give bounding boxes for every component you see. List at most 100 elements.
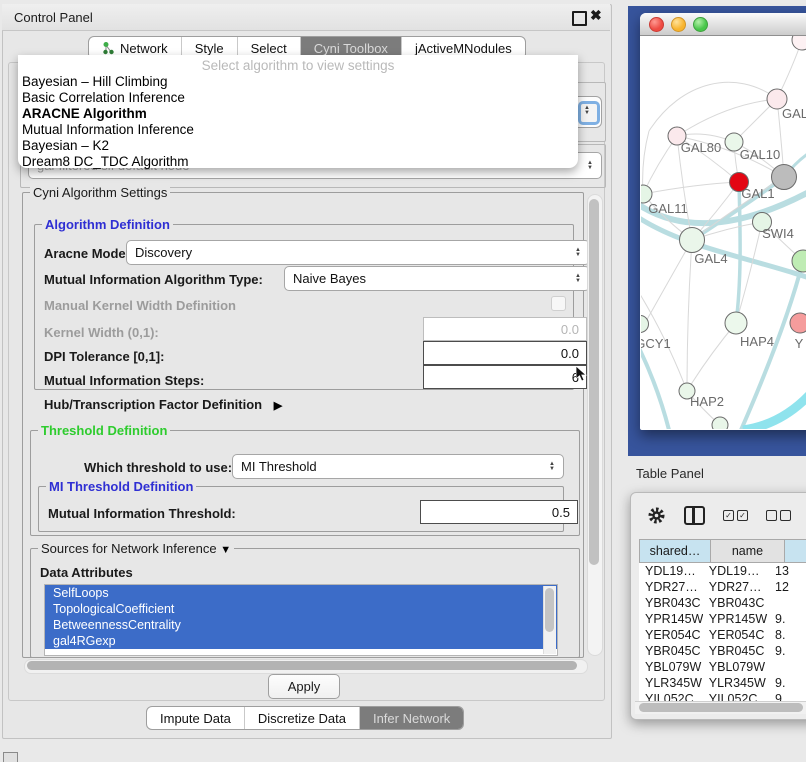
network-canvas[interactable]: GALGAL80GAL10GAL1GAL11SWI4GAL4GCY1HAP4YH… (641, 36, 806, 429)
mi-algorithm-type-value: Naive Bayes (293, 271, 366, 286)
aracne-mode-value: Discovery (135, 245, 192, 260)
aracne-mode-combobox[interactable]: Discovery ▲▼ (126, 240, 590, 265)
dpi-tolerance-field[interactable]: 0.0 (423, 341, 587, 365)
tab-impute-data[interactable]: Impute Data (147, 707, 245, 729)
kernel-width-label: Kernel Width (0,1): (44, 325, 159, 340)
table-row[interactable]: YDL19…YDL19…13 (639, 563, 806, 579)
select-all-icon[interactable]: ✓✓ (723, 510, 748, 521)
table-cell: 9. (769, 643, 806, 659)
algorithm-option[interactable]: Bayesian – Hill Climbing (18, 74, 578, 90)
data-attribute-item[interactable]: SelfLoops (45, 585, 557, 601)
mi-algorithm-type-combobox[interactable]: Naive Bayes ▲▼ (284, 266, 590, 291)
table-cell: YPR145W (639, 611, 703, 627)
table-panel-window: ✓✓ shared…name YDL19…YDL19…13YDR27…YDR27… (630, 492, 806, 720)
network-edge[interactable] (649, 82, 777, 131)
algorithm-dropdown-prompt: Select algorithm to view settings (18, 57, 578, 74)
network-node-label: GAL80 (681, 140, 721, 155)
table-cell: 9. (769, 691, 806, 701)
network-node-label: GAL10 (740, 147, 780, 162)
close-traffic-light-icon[interactable] (649, 17, 664, 32)
network-node-GAL4[interactable] (680, 228, 705, 253)
scrollbar-thumb[interactable] (639, 703, 803, 712)
data-attributes-list[interactable]: SelfLoopsTopologicalCoefficientBetweenne… (44, 584, 558, 656)
algorithm-option[interactable]: Mutual Information Inference (18, 122, 578, 138)
minimize-traffic-light-icon[interactable] (671, 17, 686, 32)
network-node-label: GCY1 (641, 336, 671, 351)
sources-expander[interactable]: Sources for Network Inference ▼ (38, 541, 234, 556)
table-cell (769, 595, 806, 611)
application-root: Control Panel ✖ NetworkStyleSelectCyni T… (0, 0, 806, 762)
table-horizontal-scrollbar[interactable] (635, 701, 806, 714)
columns-icon[interactable] (684, 506, 705, 525)
table-row[interactable]: YDR27…YDR27…12 (639, 579, 806, 595)
network-view-window[interactable]: GALGAL80GAL10GAL1GAL11SWI4GAL4GCY1HAP4YH… (640, 13, 806, 430)
spinner-arrows-icon: ▲▼ (584, 106, 597, 116)
network-node-salmon-node[interactable] (790, 313, 806, 333)
which-threshold-combobox[interactable]: MI Threshold ▲▼ (232, 454, 564, 479)
table-cell: YER054C (703, 627, 769, 643)
table-row[interactable]: YLR345WYLR345W9. (639, 675, 806, 691)
algorithm-combobox-arrows[interactable]: ▲▼ (578, 101, 600, 125)
algorithm-option[interactable]: ARACNE Algorithm (18, 106, 578, 122)
gear-icon[interactable] (647, 506, 666, 525)
data-attribute-item[interactable]: TopologicalCoefficient (45, 601, 557, 617)
column-header[interactable] (785, 539, 806, 563)
cyni-algorithm-settings-label: Cyni Algorithm Settings (30, 185, 170, 200)
float-window-icon[interactable] (572, 11, 587, 26)
network-node-label: Y (795, 336, 804, 351)
table-panel-title: Table Panel (636, 466, 704, 481)
scrollbar-thumb[interactable] (27, 661, 577, 670)
table-cell: YDR27… (703, 579, 769, 595)
list-vertical-scrollbar[interactable] (543, 586, 556, 654)
manual-kernel-width-checkbox[interactable] (551, 296, 566, 311)
table-row[interactable]: YPR145WYPR145W9. (639, 611, 806, 627)
tab-infer-network[interactable]: Infer Network (360, 707, 463, 729)
mi-threshold-field[interactable]: 0.5 (420, 500, 578, 524)
hub-definition-expander[interactable]: Hub/Transcription Factor Definition ▶ (44, 397, 282, 412)
algorithm-option[interactable]: Bayesian – K2 (18, 138, 578, 154)
network-edge[interactable] (687, 323, 736, 391)
zoom-traffic-light-icon[interactable] (693, 17, 708, 32)
network-edge[interactable] (643, 136, 677, 194)
scrollbar-thumb[interactable] (545, 588, 554, 632)
column-header[interactable]: name (711, 539, 785, 563)
cyni-bottom-tab-bar: Impute DataDiscretize DataInfer Network (146, 706, 464, 730)
dock-mini-button[interactable] (3, 752, 18, 762)
table-row[interactable]: YER054CYER054C8. (639, 627, 806, 643)
spinner-arrows-icon: ▲▼ (575, 274, 581, 284)
table-row[interactable]: YBR045CYBR045C9. (639, 643, 806, 659)
table-cell: 12 (769, 579, 806, 595)
table-cell (769, 659, 806, 675)
settings-vertical-scrollbar[interactable] (587, 194, 603, 656)
scrollbar-thumb[interactable] (589, 199, 599, 565)
algorithm-option[interactable]: Dream8 DC_TDC Algorithm (18, 154, 578, 170)
table-row[interactable]: YBL079WYBL079W (639, 659, 806, 675)
algorithm-option[interactable]: Basic Correlation Inference (18, 90, 578, 106)
network-node-gray-node[interactable] (772, 165, 797, 190)
table-row[interactable]: YIL052CYIL052C9. (639, 691, 806, 701)
data-attribute-item[interactable]: gal4RGexp (45, 633, 557, 649)
spinner-arrows-icon: ▲▼ (549, 462, 555, 472)
kernel-width-value: 0.0 (561, 322, 579, 337)
tab-discretize-data[interactable]: Discretize Data (245, 707, 360, 729)
table-cell: YDL19… (703, 563, 769, 579)
network-edge[interactable] (677, 99, 777, 136)
data-attribute-item[interactable]: BetweennessCentrality (45, 617, 557, 633)
column-header[interactable]: shared… (639, 539, 711, 563)
network-edge[interactable] (736, 182, 740, 323)
apply-button[interactable]: Apply (268, 674, 340, 699)
network-node-top-partial[interactable] (792, 36, 806, 50)
network-node-bottom-small[interactable] (712, 417, 728, 429)
tab-label: Select (251, 41, 287, 56)
deselect-all-icon[interactable] (766, 510, 791, 521)
table-cell: 13 (769, 563, 806, 579)
close-icon[interactable]: ✖ (590, 7, 602, 24)
network-node-HAP4[interactable] (725, 312, 747, 334)
algorithm-dropdown-list: Bayesian – Hill ClimbingBasic Correlatio… (18, 74, 578, 170)
network-edge[interactable] (687, 240, 692, 391)
mi-steps-field[interactable]: 6 (423, 365, 587, 389)
network-edge[interactable] (643, 182, 739, 194)
table-row[interactable]: YBR043CYBR043C (639, 595, 806, 611)
kernel-width-field[interactable]: 0.0 (423, 317, 587, 341)
settings-horizontal-scrollbar[interactable] (24, 659, 588, 674)
